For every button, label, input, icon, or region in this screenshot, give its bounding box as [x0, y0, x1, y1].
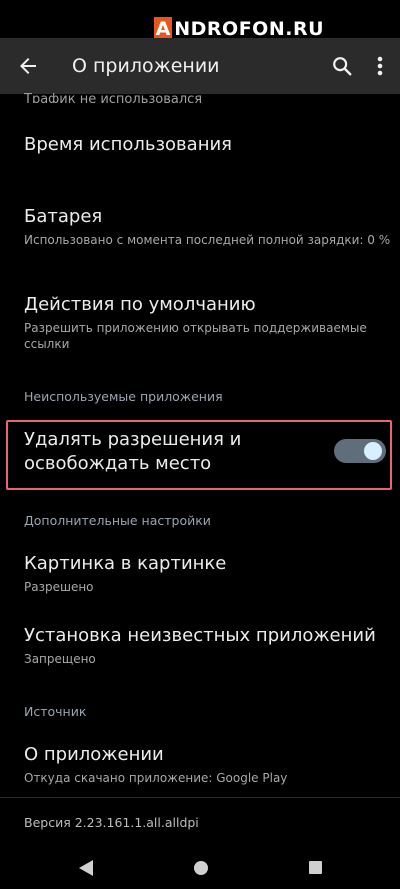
settings-screen: A NDROFON.RU О приложении Трафик не испо…	[0, 0, 400, 889]
unknown-apps-item[interactable]: Установка неизвестных приложений Запреще…	[24, 624, 394, 667]
more-options-icon[interactable]	[373, 54, 387, 78]
unknown-apps-subtitle: Запрещено	[24, 652, 96, 666]
back-arrow-icon[interactable]	[16, 54, 40, 78]
section-header-advanced: Дополнительные настройки	[24, 513, 211, 528]
usage-time-title: Время использования	[24, 134, 232, 155]
battery-title: Батарея	[24, 206, 103, 227]
battery-item[interactable]: Батарея Использовано с момента последней…	[24, 205, 394, 248]
default-actions-item[interactable]: Действия по умолчанию Разрешить приложен…	[24, 293, 394, 352]
usage-time-item[interactable]: Время использования	[24, 133, 394, 157]
navigation-bar	[0, 848, 400, 889]
app-details-item[interactable]: О приложении Откуда скачано приложение: …	[24, 743, 394, 786]
nav-recent-apps-icon[interactable]	[309, 861, 322, 874]
nav-back-icon[interactable]	[78, 859, 94, 877]
default-actions-subtitle: Разрешить приложению открывать поддержив…	[24, 321, 367, 351]
pip-subtitle: Разрешено	[24, 580, 94, 594]
status-bar: A NDROFON.RU	[0, 0, 400, 41]
app-bar: О приложении	[0, 38, 400, 94]
pip-title: Картинка в картинке	[24, 553, 227, 574]
app-details-title: О приложении	[24, 744, 164, 765]
default-actions-title: Действия по умолчанию	[24, 294, 256, 315]
page-title: О приложении	[72, 55, 220, 77]
data-usage-summary: Трафик не использовался	[24, 93, 203, 103]
battery-subtitle: Использовано с момента последней полной …	[24, 233, 391, 247]
remove-permissions-toggle[interactable]	[334, 439, 386, 463]
search-icon[interactable]	[331, 55, 353, 77]
section-header-unused-apps: Неиспользуемые приложения	[24, 389, 223, 404]
nav-home-icon[interactable]	[194, 861, 208, 875]
watermark-text: NDROFON.RU	[174, 18, 324, 40]
toggle-thumb	[364, 442, 382, 460]
unknown-apps-title: Установка неизвестных приложений	[24, 625, 376, 646]
remove-permissions-label: Удалять разрешения и освобождать место	[24, 429, 242, 474]
app-details-subtitle: Откуда скачано приложение: Google Play	[24, 771, 288, 785]
picture-in-picture-item[interactable]: Картинка в картинке Разрешено	[24, 552, 394, 595]
divider	[0, 797, 400, 798]
section-header-source: Источник	[24, 704, 87, 719]
version-label: Версия 2.23.161.1.all.alldpi	[24, 815, 199, 830]
